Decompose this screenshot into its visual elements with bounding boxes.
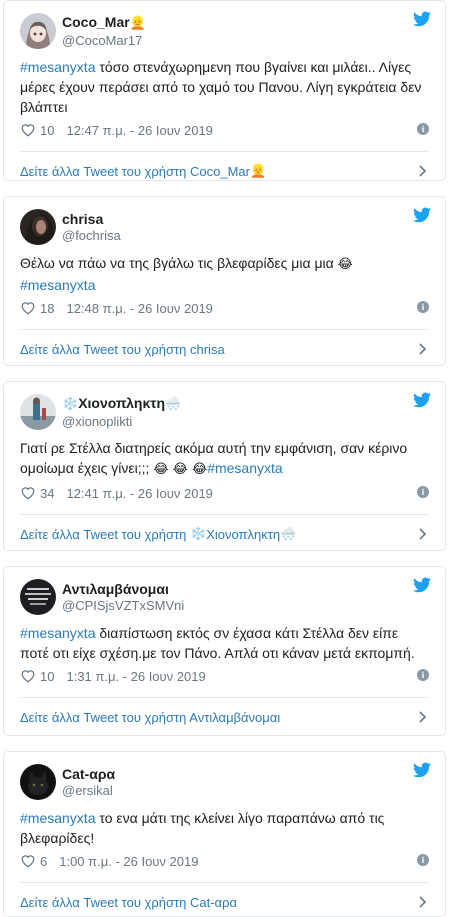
avatar[interactable] — [20, 13, 56, 49]
heart-icon[interactable] — [20, 301, 36, 315]
tweet-meta: 10 1:31 π.μ. - 26 Ιουν 2019 i — [20, 665, 429, 687]
info-icon[interactable]: i — [417, 301, 429, 313]
snow-cloud-icon: 🌨️ — [165, 397, 182, 412]
hashtag-link[interactable]: #mesanyxta — [20, 59, 95, 75]
laughing-emoji-icon: 😂 😂 😂 — [153, 462, 208, 477]
more-tweets-link[interactable]: Δείτε άλλα Tweet του χρήστη Coco_Mar 👱 — [4, 152, 445, 180]
user-handle[interactable]: @ersikal — [62, 783, 115, 799]
like-count: 18 — [40, 300, 55, 316]
tweet-timestamp[interactable]: 12:48 π.μ. - 26 Ιουν 2019 — [66, 301, 212, 316]
info-icon[interactable]: i — [417, 854, 429, 866]
tweet-text: #mesanyxta το ενα μάτι της κλείνει λίγο … — [20, 810, 385, 846]
snow-cloud-icon: 🌨️ — [280, 526, 297, 542]
snowflake-icon: ❄️ — [62, 397, 79, 412]
black-cat-avatar-icon — [20, 764, 56, 800]
display-name[interactable]: chrisa — [62, 210, 121, 228]
hashtag-link[interactable]: #mesanyxta — [20, 625, 95, 641]
twitter-bird-icon[interactable] — [413, 207, 431, 223]
heart-icon[interactable] — [20, 669, 36, 683]
display-name[interactable]: Αντιλαμβάνομαι — [62, 580, 184, 598]
tweet-card[interactable]: Αντιλαμβάνομαι @CPISjsVZTxSMVni #mesanyx… — [3, 566, 446, 736]
tweet-meta: 10 12:47 π.μ. - 26 Ιουν 2019 i — [20, 119, 429, 141]
more-tweets-link[interactable]: Δείτε άλλα Tweet του χρήστη chrisa — [4, 330, 445, 365]
display-name[interactable]: Coco_Mar👱 — [62, 13, 146, 33]
tweet-timestamp[interactable]: 1:00 π.μ. - 26 Ιουν 2019 — [59, 854, 198, 869]
user-handle[interactable]: @xionoplikti — [62, 414, 181, 430]
like-count: 6 — [40, 853, 48, 869]
chevron-right-icon — [419, 528, 427, 540]
twitter-bird-icon[interactable] — [413, 392, 431, 408]
heart-icon[interactable] — [20, 486, 36, 500]
chevron-right-icon — [419, 165, 427, 177]
tweet-card[interactable]: Coco_Mar👱 @CocoMar17 #mesanyxta τόσο στε… — [3, 0, 446, 181]
snowy-photo-avatar-icon — [20, 394, 56, 430]
tweet-timestamp[interactable]: 1:31 π.μ. - 26 Ιουν 2019 — [66, 669, 205, 684]
tweet-meta: 18 12:48 π.μ. - 26 Ιουν 2019 i — [20, 297, 429, 319]
heart-icon[interactable] — [20, 854, 36, 868]
user-handle[interactable]: @CocoMar17 — [62, 33, 146, 49]
hashtag-link[interactable]: #mesanyxta — [20, 277, 95, 293]
anime-girl-avatar-icon — [20, 13, 56, 49]
text-image-avatar-icon — [20, 579, 56, 615]
tweet-timestamp[interactable]: 12:47 π.μ. - 26 Ιουν 2019 — [66, 123, 212, 138]
tweet-meta: 6 1:00 π.μ. - 26 Ιουν 2019 i — [20, 850, 429, 872]
person-emoji-icon: 👱 — [129, 16, 146, 31]
more-tweets-link[interactable]: Δείτε άλλα Tweet του χρήστη Cat-αρα — [4, 883, 445, 916]
chevron-right-icon — [419, 343, 427, 355]
tweet-text: #mesanyxta διαπίστωση εκτός σν έχασα κάτ… — [20, 625, 415, 661]
twitter-bird-icon[interactable] — [413, 577, 431, 593]
chevron-right-icon — [419, 711, 427, 723]
person-emoji-icon: 👱 — [249, 163, 267, 179]
tweet-text: Γιατί ρε Στέλλα διατηρείς ακόμα αυτή την… — [20, 440, 408, 477]
like-count: 10 — [40, 122, 55, 138]
tweet-card[interactable]: ❄️Χιονοπληκτη🌨️ @xionoplikti Γιατί ρε Στ… — [3, 381, 446, 551]
user-handle[interactable]: @CPISjsVZTxSMVni — [62, 598, 184, 614]
display-name[interactable]: Cat-αρα — [62, 765, 115, 783]
like-count: 10 — [40, 668, 55, 684]
avatar[interactable] — [20, 394, 56, 430]
hashtag-link[interactable]: #mesanyxta — [20, 810, 95, 826]
more-tweets-link[interactable]: Δείτε άλλα Tweet του χρήστη ❄️ Χιονοπληκτ… — [4, 515, 445, 550]
display-name[interactable]: ❄️Χιονοπληκτη🌨️ — [62, 394, 181, 414]
tweet-card[interactable]: Cat-αρα @ersikal #mesanyxta το ενα μάτι … — [3, 751, 446, 917]
info-icon[interactable]: i — [417, 123, 429, 135]
tweet-text: #mesanyxta τόσο στενάχωρημενη που βγαίνε… — [20, 59, 422, 115]
info-icon[interactable]: i — [417, 486, 429, 498]
info-icon[interactable]: i — [417, 669, 429, 681]
tweet-card[interactable]: chrisa @fochrisa Θέλω να πάω να της βγάλ… — [3, 196, 446, 366]
twitter-bird-icon[interactable] — [413, 762, 431, 778]
twitter-bird-icon[interactable] — [413, 11, 431, 27]
avatar[interactable] — [20, 764, 56, 800]
tweet-feed: Coco_Mar👱 @CocoMar17 #mesanyxta τόσο στε… — [0, 0, 452, 917]
tweet-text: Θέλω να πάω να της βγάλω τις βλεφαρίδες … — [20, 255, 353, 293]
hashtag-link[interactable]: #mesanyxta — [207, 460, 282, 476]
chevron-right-icon — [419, 896, 427, 908]
laughing-emoji-icon: 😂 — [337, 257, 353, 272]
like-count: 34 — [40, 485, 55, 501]
heart-icon[interactable] — [20, 123, 36, 137]
more-tweets-link[interactable]: Δείτε άλλα Tweet του χρήστη Αντιλαμβάνομ… — [4, 698, 445, 735]
tweet-timestamp[interactable]: 12:41 π.μ. - 26 Ιουν 2019 — [66, 486, 212, 501]
dark-portrait-avatar-icon — [20, 209, 56, 245]
snowflake-icon: ❄️ — [190, 526, 207, 542]
user-handle[interactable]: @fochrisa — [62, 228, 121, 244]
tweet-meta: 34 12:41 π.μ. - 26 Ιουν 2019 i — [20, 482, 429, 504]
avatar[interactable] — [20, 579, 56, 615]
avatar[interactable] — [20, 209, 56, 245]
